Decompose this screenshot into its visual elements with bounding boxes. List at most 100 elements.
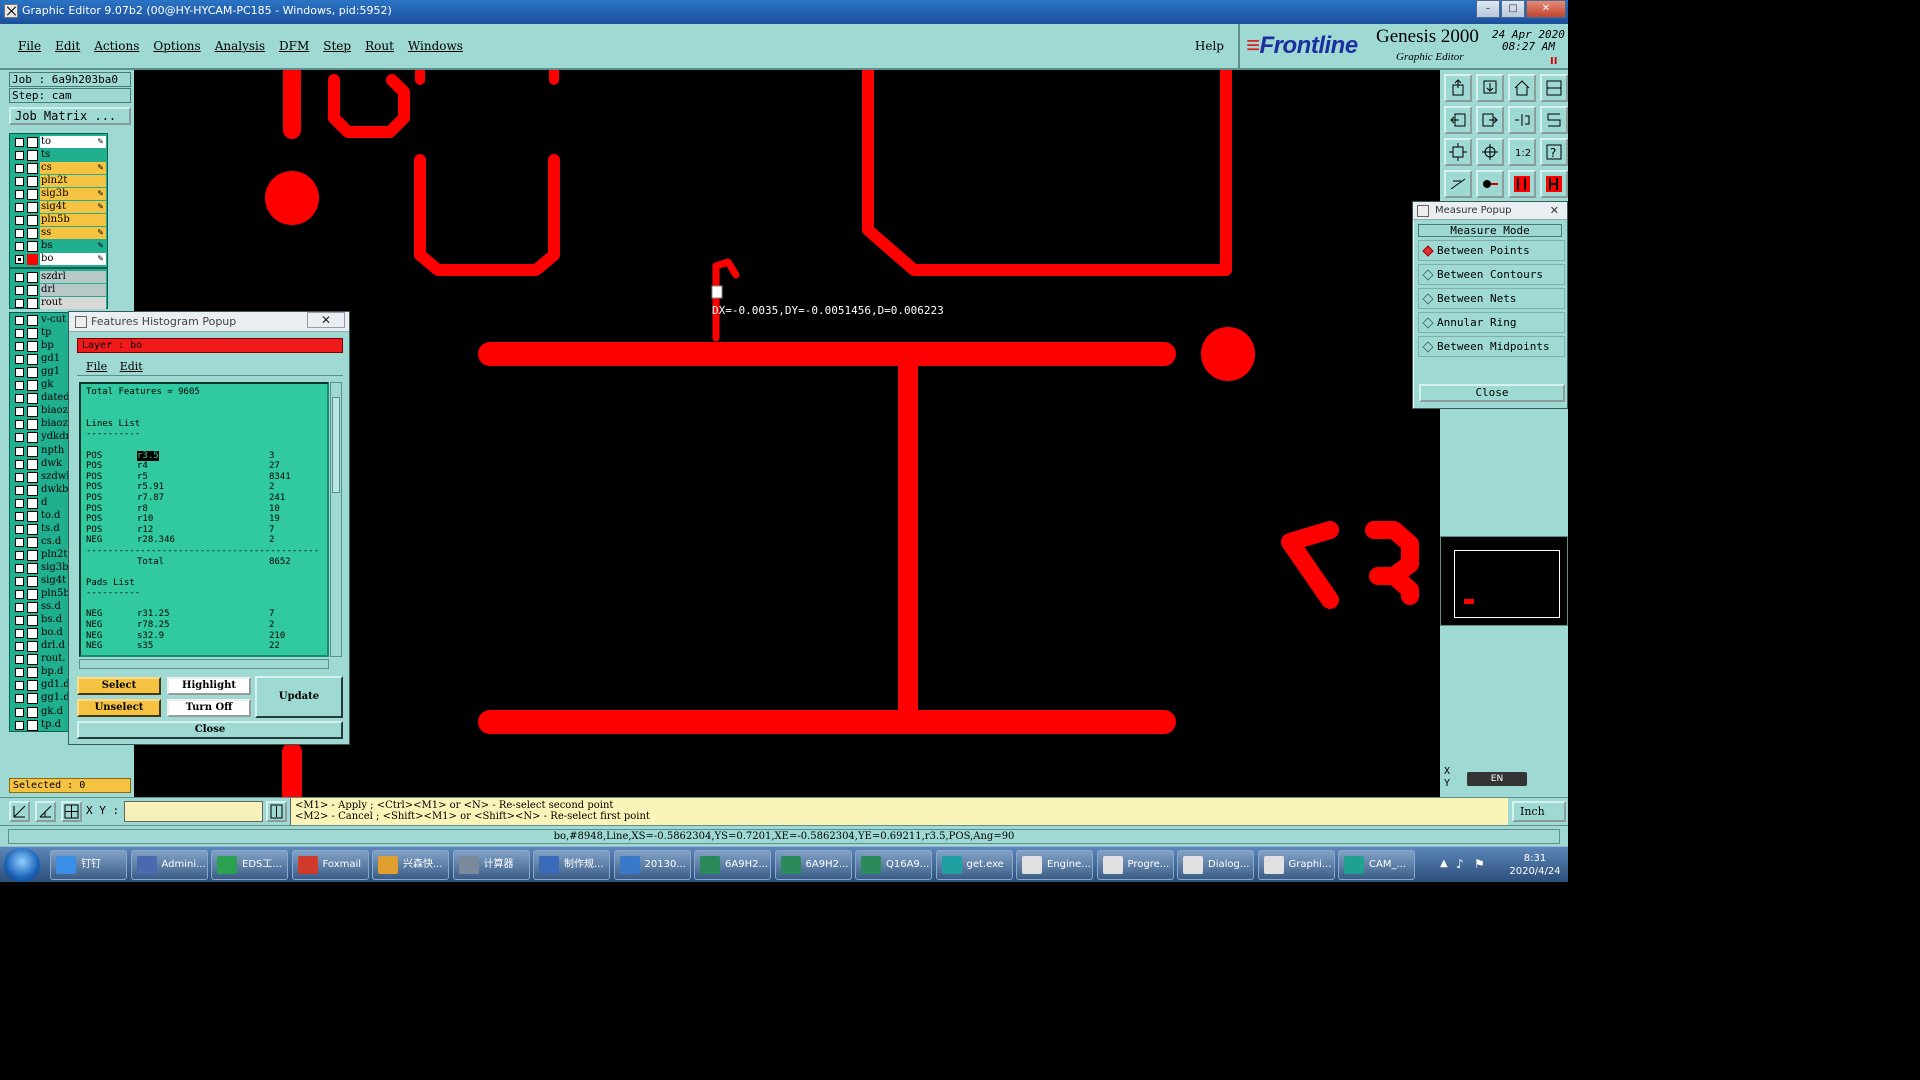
taskbar-item[interactable]: 计算器	[452, 850, 530, 880]
layer-display-swatch[interactable]	[27, 706, 38, 718]
layer-display-swatch[interactable]	[27, 285, 38, 296]
zoom-home-icon[interactable]	[1444, 74, 1472, 102]
select-button[interactable]: Select	[77, 677, 161, 695]
help-icon[interactable]: ?	[1540, 138, 1568, 166]
panel-icon[interactable]	[1540, 74, 1568, 102]
layer-affected-checkbox[interactable]	[15, 355, 24, 365]
measure-mode-option[interactable]: Between Points	[1418, 240, 1565, 261]
layer-affected-checkbox[interactable]	[15, 286, 24, 295]
layer-name[interactable]: to	[40, 136, 106, 148]
histogram-report[interactable]: Total Features = 9605 Lines List ---------…	[79, 382, 329, 657]
layer-display-swatch[interactable]	[27, 549, 38, 561]
layer-affected-checkbox[interactable]	[15, 655, 24, 665]
fit-screen-icon[interactable]	[1444, 138, 1472, 166]
layer-display-swatch[interactable]	[27, 576, 38, 587]
histogram-row[interactable]: POS r5.91 2	[86, 482, 327, 493]
histogram-menu-edit[interactable]: Edit	[120, 360, 143, 373]
layer-row[interactable]: drl	[10, 284, 109, 297]
histogram-row[interactable]: NEG s32.9 210	[86, 631, 327, 642]
layer-display-swatch[interactable]	[27, 241, 38, 252]
layer-display-swatch[interactable]	[27, 254, 38, 265]
layer-affected-checkbox[interactable]	[15, 537, 24, 547]
radio-icon[interactable]	[1422, 341, 1434, 353]
layer-affected-checkbox[interactable]	[15, 563, 24, 573]
layer-display-swatch[interactable]	[27, 602, 38, 614]
layer-display-swatch[interactable]	[27, 445, 38, 457]
net-icon[interactable]	[1508, 170, 1536, 198]
histogram-titlebar[interactable]: Features Histogram Popup ✕	[69, 312, 349, 332]
taskbar-item[interactable]: Dialog...	[1177, 850, 1254, 880]
layer-display-swatch[interactable]	[27, 654, 38, 666]
layer-row[interactable]: rout	[10, 297, 109, 310]
layer-display-swatch[interactable]	[27, 536, 38, 548]
highlight-button[interactable]: Highlight	[167, 677, 251, 695]
taskbar-item[interactable]: EDS工...	[211, 850, 288, 880]
taskbar-item[interactable]: 钉钉	[50, 850, 127, 880]
layer-affected-checkbox[interactable]	[15, 342, 24, 352]
layer-display-swatch[interactable]	[27, 315, 38, 326]
layer-display-swatch[interactable]	[27, 562, 38, 574]
layer-row[interactable]: szdrl	[10, 271, 109, 284]
radio-icon[interactable]	[1422, 269, 1434, 281]
taskbar-item[interactable]: Q16A9...	[855, 850, 932, 880]
layer-display-swatch[interactable]	[27, 680, 38, 692]
layer-display-swatch[interactable]	[27, 510, 38, 522]
layer-affected-checkbox[interactable]	[15, 316, 24, 325]
taskbar-item[interactable]: Progre...	[1096, 850, 1174, 880]
taskbar-item[interactable]: CAM_...	[1338, 850, 1415, 880]
layer-name[interactable]: pln5b	[40, 214, 106, 226]
layer-name[interactable]: cs	[40, 162, 106, 174]
connect-icon[interactable]	[1540, 170, 1568, 198]
pan-left-icon[interactable]	[1444, 106, 1472, 134]
report-vertical-scrollbar[interactable]	[330, 382, 342, 657]
text-cursor-icon[interactable]	[266, 801, 287, 822]
layer-display-swatch[interactable]	[27, 484, 38, 496]
scale-1to2-icon[interactable]: 1:2	[1508, 138, 1536, 166]
layer-display-swatch[interactable]	[27, 523, 38, 535]
update-button[interactable]: Update	[255, 676, 343, 718]
measure-mode-option[interactable]: Annular Ring	[1418, 312, 1565, 333]
layer-row[interactable]: pln2t	[10, 175, 109, 188]
layer-display-swatch[interactable]	[27, 228, 38, 239]
overview-map[interactable]	[1454, 550, 1560, 618]
xy-input[interactable]	[124, 801, 263, 822]
layer-name[interactable]: pln2t	[40, 175, 106, 187]
layer-display-swatch[interactable]	[27, 215, 38, 226]
maximize-button[interactable]: □	[1501, 0, 1525, 18]
close-window-button[interactable]: ✕	[1526, 0, 1566, 18]
taskbar-item[interactable]: 6A9H2...	[694, 850, 771, 880]
histogram-close-icon[interactable]: ✕	[307, 312, 345, 328]
unit-select[interactable]: Inch	[1512, 801, 1566, 822]
layer-affected-checkbox[interactable]	[15, 229, 24, 238]
layer-row[interactable]: ts	[10, 149, 109, 162]
pan-right-icon[interactable]	[1476, 106, 1504, 134]
taskbar-item[interactable]: Foxmail	[291, 850, 369, 880]
menu-edit[interactable]: Edit	[55, 39, 80, 53]
layer-display-swatch[interactable]	[27, 341, 38, 353]
unselect-button[interactable]: Unselect	[77, 699, 161, 717]
measure-popup-titlebar[interactable]: Measure Popup ✕	[1413, 202, 1567, 220]
layer-display-swatch[interactable]	[27, 176, 38, 187]
layer-affected-checkbox[interactable]	[15, 720, 24, 730]
taskbar-item[interactable]: get.exe	[935, 850, 1013, 880]
network-icon[interactable]: ⚑	[1474, 857, 1485, 871]
layer-affected-checkbox[interactable]	[15, 273, 24, 282]
menu-file[interactable]: File	[18, 39, 41, 53]
layer-display-swatch[interactable]	[27, 641, 38, 653]
report-horizontal-scrollbar[interactable]	[79, 659, 329, 669]
menu-rout[interactable]: Rout	[365, 39, 394, 53]
layer-display-swatch[interactable]	[27, 406, 38, 418]
histogram-close-button[interactable]: Close	[77, 721, 343, 739]
layer-affected-checkbox[interactable]	[15, 242, 24, 251]
layer-affected-checkbox[interactable]	[15, 381, 24, 391]
histogram-row[interactable]: POS r5 8341	[86, 472, 327, 483]
menu-actions[interactable]: Actions	[94, 39, 139, 53]
layer-name[interactable]: sig4t	[40, 201, 106, 213]
layer-name[interactable]: rout	[40, 297, 106, 309]
pause-indicator[interactable]: II	[1550, 56, 1557, 67]
layer-affected-checkbox[interactable]	[15, 420, 24, 430]
probe-icon[interactable]	[1476, 170, 1504, 198]
measure-popup-close-icon[interactable]: ✕	[1550, 202, 1559, 220]
menu-help[interactable]: Help	[1195, 39, 1224, 53]
layer-affected-checkbox[interactable]	[15, 524, 24, 534]
